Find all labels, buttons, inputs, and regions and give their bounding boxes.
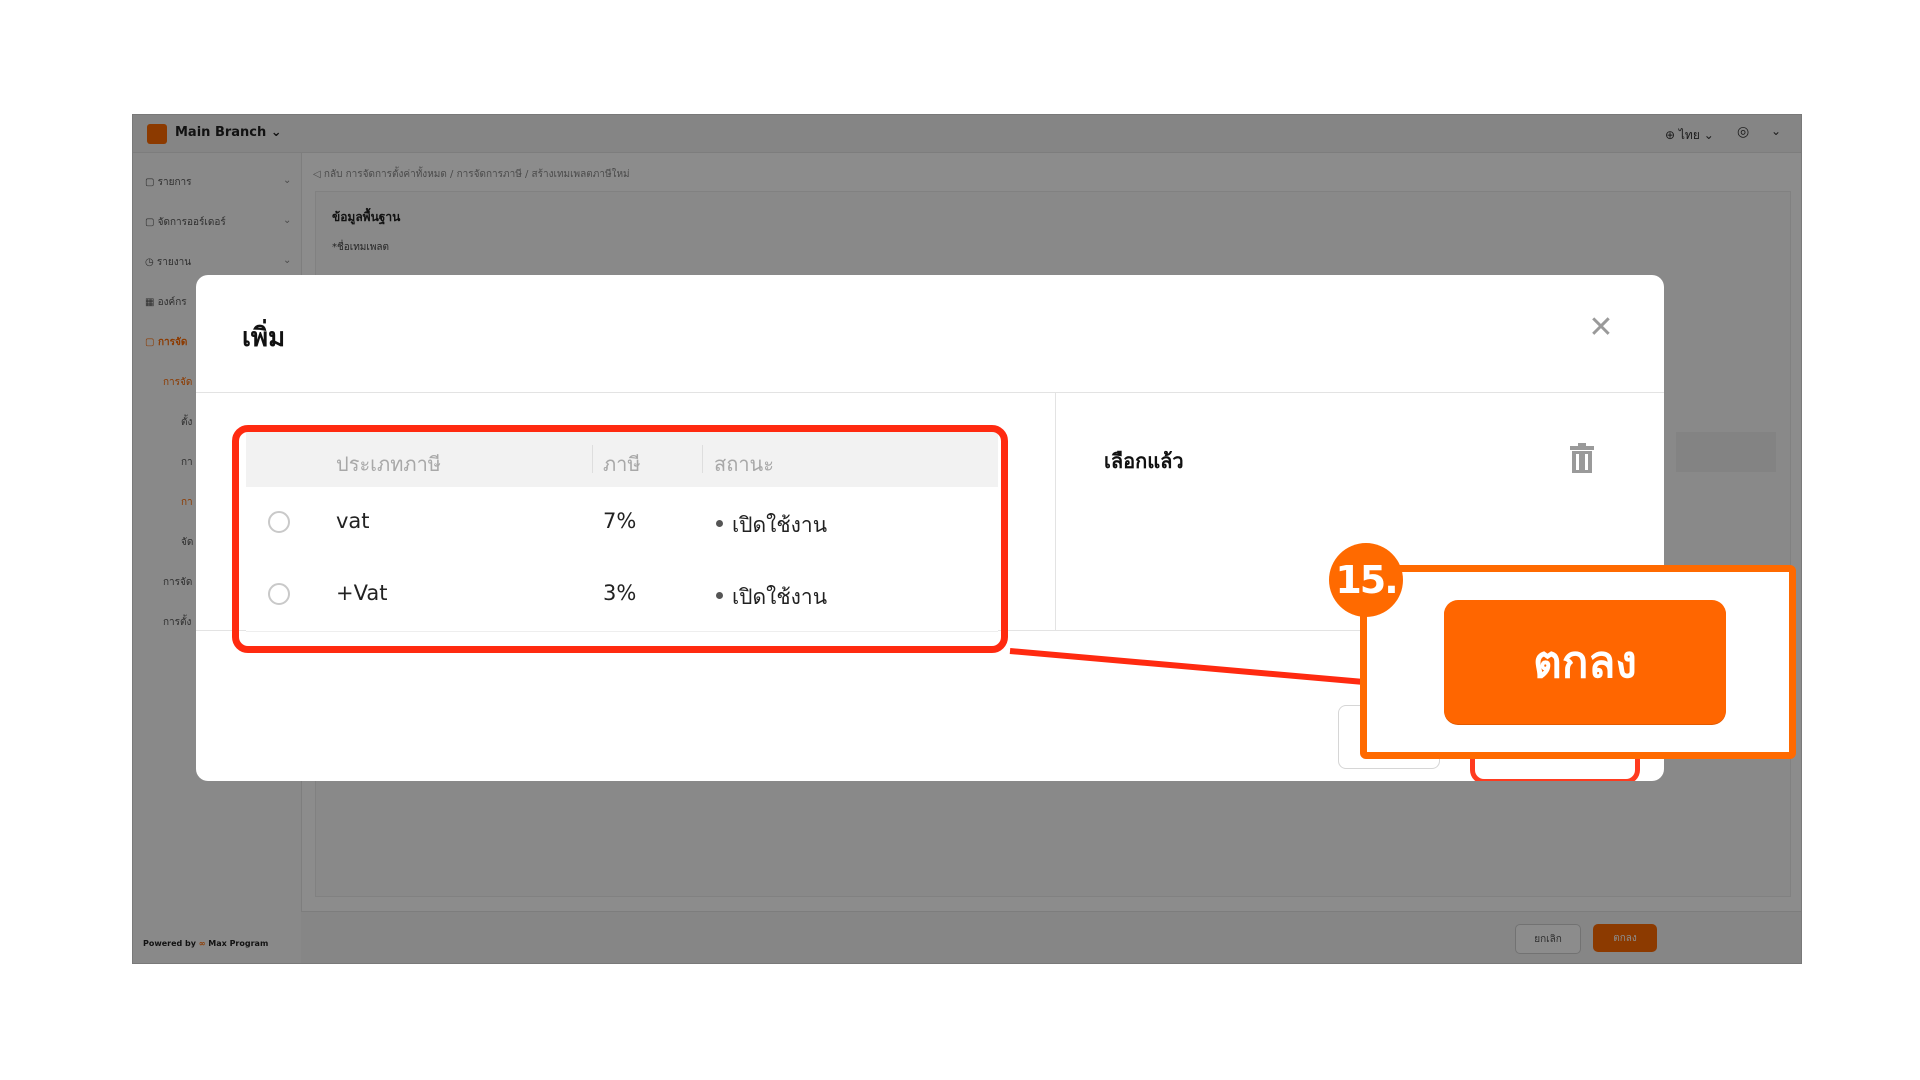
ok-button-zoomed[interactable]: ตกลง [1444, 600, 1726, 724]
connector-line [1009, 648, 1365, 685]
step-badge: 15. [1329, 543, 1403, 617]
